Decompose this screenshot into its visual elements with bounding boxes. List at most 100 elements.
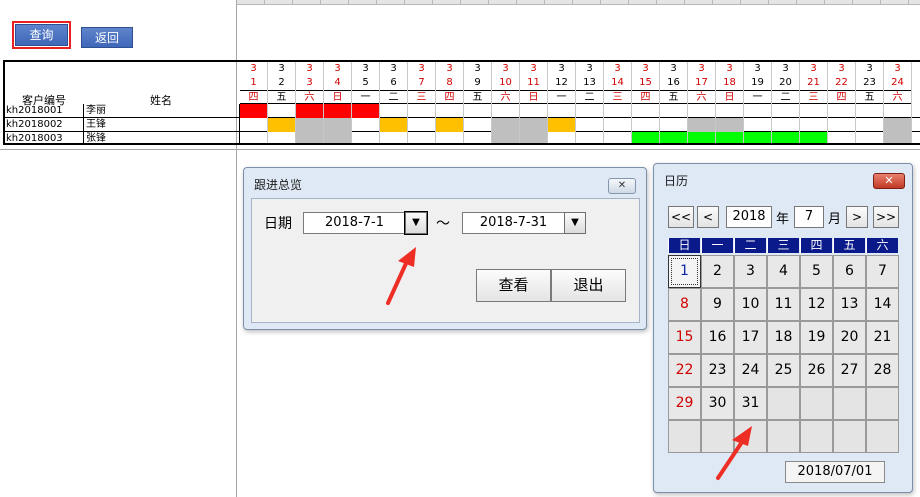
calendar-day[interactable]: 28: [866, 354, 899, 387]
close-icon[interactable]: ✕: [873, 173, 905, 189]
column-header-cell[interactable]: [265, 0, 293, 4]
day-cell[interactable]: [520, 118, 548, 132]
calendar-day[interactable]: 3: [734, 255, 767, 288]
day-cell[interactable]: [884, 104, 912, 118]
customer-name-cell[interactable]: 李丽: [84, 104, 240, 118]
day-cell[interactable]: [716, 118, 744, 132]
back-button[interactable]: 返回: [81, 27, 133, 48]
day-cell[interactable]: [576, 104, 604, 118]
column-header-cell[interactable]: [405, 0, 433, 4]
day-cell[interactable]: [744, 118, 772, 132]
calendar-day[interactable]: 29: [668, 387, 701, 420]
day-cell[interactable]: [856, 118, 884, 132]
day-cell[interactable]: [240, 104, 268, 118]
day-cell[interactable]: [492, 132, 520, 143]
calendar-day[interactable]: 8: [668, 288, 701, 321]
day-cell[interactable]: [856, 132, 884, 143]
day-cell[interactable]: [744, 132, 772, 143]
close-icon[interactable]: ✕: [608, 178, 636, 194]
day-cell[interactable]: [604, 132, 632, 143]
day-cell[interactable]: [688, 132, 716, 143]
exit-button[interactable]: 退出: [551, 269, 626, 302]
query-button[interactable]: 查询: [12, 21, 71, 49]
day-cell[interactable]: [800, 132, 828, 143]
column-header-cell[interactable]: [461, 0, 489, 4]
day-cell[interactable]: [604, 118, 632, 132]
day-cell[interactable]: [296, 104, 324, 118]
calendar-day[interactable]: 1: [668, 255, 701, 288]
calendar-day[interactable]: 11: [767, 288, 800, 321]
calendar-day[interactable]: 4: [767, 255, 800, 288]
calendar-day[interactable]: 10: [734, 288, 767, 321]
column-header-cell[interactable]: [909, 0, 920, 4]
day-cell[interactable]: [436, 132, 464, 143]
calendar-day[interactable]: 20: [833, 321, 866, 354]
calendar-day[interactable]: 17: [734, 321, 767, 354]
calendar-day[interactable]: 12: [800, 288, 833, 321]
day-cell[interactable]: [520, 104, 548, 118]
column-header-cell[interactable]: [293, 0, 321, 4]
day-cell[interactable]: [464, 118, 492, 132]
calendar-day[interactable]: 7: [866, 255, 899, 288]
day-cell[interactable]: [436, 118, 464, 132]
day-cell[interactable]: [660, 104, 688, 118]
day-cell[interactable]: [576, 118, 604, 132]
day-cell[interactable]: [408, 118, 436, 132]
customer-id-cell[interactable]: kh2018001: [5, 104, 84, 118]
calendar-day[interactable]: 18: [767, 321, 800, 354]
day-cell[interactable]: [632, 132, 660, 143]
column-header-cell[interactable]: [629, 0, 657, 4]
day-cell[interactable]: [492, 104, 520, 118]
next-month-button[interactable]: >: [846, 206, 868, 228]
day-cell[interactable]: [268, 104, 296, 118]
day-cell[interactable]: [464, 104, 492, 118]
column-header-cell[interactable]: [573, 0, 601, 4]
customer-id-cell[interactable]: kh2018002: [5, 118, 84, 132]
customer-name-cell[interactable]: 王锋: [84, 118, 240, 132]
day-cell[interactable]: [576, 132, 604, 143]
column-header-cell[interactable]: [769, 0, 797, 4]
year-field[interactable]: 2018: [726, 206, 772, 228]
day-cell[interactable]: [548, 104, 576, 118]
calendar-day[interactable]: 31: [734, 387, 767, 420]
day-cell[interactable]: [380, 104, 408, 118]
calendar-empty-cell[interactable]: [668, 420, 701, 453]
prev-month-button[interactable]: <: [697, 206, 719, 228]
day-cell[interactable]: [492, 118, 520, 132]
calendar-day[interactable]: 5: [800, 255, 833, 288]
column-header-cell[interactable]: [377, 0, 405, 4]
day-cell[interactable]: [324, 104, 352, 118]
month-field[interactable]: 7: [794, 206, 824, 228]
column-header-cell[interactable]: [601, 0, 629, 4]
calendar-day[interactable]: 15: [668, 321, 701, 354]
next-year-button[interactable]: >>: [873, 206, 899, 228]
view-button[interactable]: 查看: [476, 269, 551, 302]
day-cell[interactable]: [884, 132, 912, 143]
day-cell[interactable]: [632, 118, 660, 132]
calendar-empty-cell[interactable]: [866, 420, 899, 453]
day-cell[interactable]: [380, 132, 408, 143]
day-cell[interactable]: [688, 118, 716, 132]
day-cell[interactable]: [352, 132, 380, 143]
day-cell[interactable]: [800, 118, 828, 132]
day-cell[interactable]: [716, 104, 744, 118]
calendar-day[interactable]: 13: [833, 288, 866, 321]
day-cell[interactable]: [464, 132, 492, 143]
calendar-day[interactable]: 19: [800, 321, 833, 354]
column-header-cell[interactable]: [741, 0, 769, 4]
column-header-cell[interactable]: [713, 0, 741, 4]
day-cell[interactable]: [268, 132, 296, 143]
column-header-cell[interactable]: [797, 0, 825, 4]
column-header-cell[interactable]: [825, 0, 853, 4]
day-cell[interactable]: [548, 132, 576, 143]
column-header-cell[interactable]: [517, 0, 545, 4]
column-header-cell[interactable]: [321, 0, 349, 4]
calendar-empty-cell[interactable]: [833, 387, 866, 420]
day-cell[interactable]: [772, 118, 800, 132]
calendar-day[interactable]: 6: [833, 255, 866, 288]
end-date-dropdown-button[interactable]: ▼: [564, 212, 586, 234]
column-header-cell[interactable]: [853, 0, 881, 4]
day-cell[interactable]: [240, 118, 268, 132]
day-cell[interactable]: [268, 118, 296, 132]
day-cell[interactable]: [744, 104, 772, 118]
